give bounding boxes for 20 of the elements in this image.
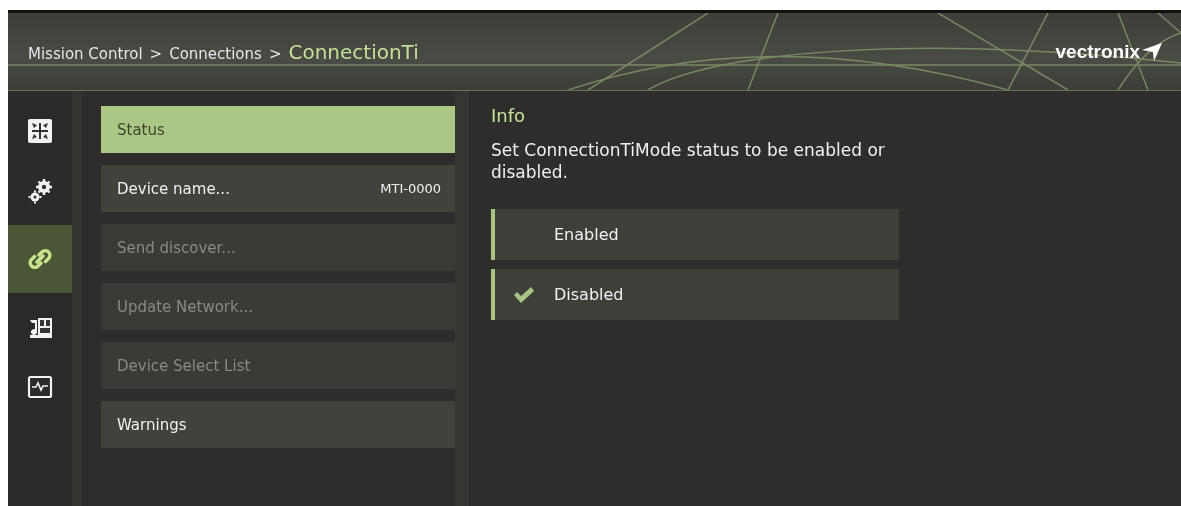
grid-icon (27, 118, 53, 144)
info-title: Info (491, 105, 527, 126)
breadcrumb-separator: > (149, 44, 163, 63)
breadcrumb-link[interactable]: Mission Control (28, 44, 143, 63)
menu-item[interactable]: Device name... MTI-0000 (101, 165, 455, 212)
monitor-icon (27, 374, 53, 400)
device-name-value: MTI-0000 (380, 181, 441, 196)
breadcrumb-link[interactable]: Connections (169, 44, 262, 63)
menu-item[interactable]: Status (101, 106, 455, 153)
menu-item[interactable]: Warnings (101, 401, 455, 448)
breadcrumb-separator: > (268, 44, 282, 63)
arrow-icon (1141, 41, 1163, 62)
option-item[interactable]: Disabled (491, 269, 899, 320)
logo-text: vectronix (1055, 40, 1140, 63)
info-description: Set ConnectionTiMode status to be enabled or disabled. (491, 139, 886, 183)
gears-icon (27, 178, 53, 204)
nav-tab[interactable] (8, 225, 72, 293)
link-icon (27, 246, 53, 272)
page-title: ConnectionTi (288, 39, 419, 64)
option-item[interactable]: Enabled (491, 209, 899, 260)
